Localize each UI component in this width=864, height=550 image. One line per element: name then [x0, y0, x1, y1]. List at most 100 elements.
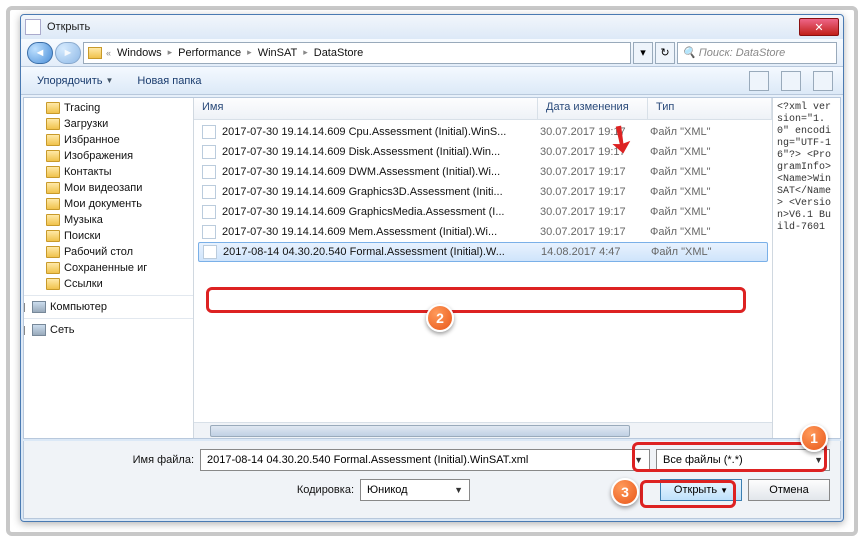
folder-icon [88, 47, 102, 59]
encoding-select[interactable]: Юникод▼ [360, 479, 470, 501]
folder-icon [46, 166, 60, 178]
file-name: 2017-07-30 19.14.14.609 GraphicsMedia.As… [222, 206, 540, 218]
scrollbar-thumb[interactable] [210, 425, 630, 437]
file-row[interactable]: 2017-08-14 04.30.20.540 Formal.Assessmen… [198, 242, 768, 262]
window-title: Открыть [47, 21, 90, 33]
tree-label: Музыка [64, 214, 103, 226]
search-icon: 🔍 [682, 46, 696, 59]
chevron-icon: ▸ [168, 47, 173, 58]
chevron-down-icon: ▼ [454, 485, 463, 495]
tree-node[interactable]: Загрузки [24, 116, 193, 132]
chevron-down-icon: ▼ [814, 455, 823, 465]
file-type: Файл "XML" [650, 186, 711, 198]
column-type[interactable]: Тип [648, 98, 772, 119]
folder-icon [46, 198, 60, 210]
address-bar[interactable]: « Windows▸ Performance▸ WinSAT▸ DataStor… [83, 42, 631, 64]
expand-icon[interactable]: + [24, 326, 25, 335]
chevron-down-icon: ▼ [634, 455, 643, 465]
file-row[interactable]: 2017-07-30 19.14.14.609 Disk.Assessment … [194, 142, 772, 162]
file-type: Файл "XML" [650, 146, 711, 158]
folder-icon [46, 214, 60, 226]
folder-icon [46, 102, 60, 114]
back-button[interactable]: ◄ [27, 42, 53, 64]
file-row[interactable]: 2017-07-30 19.14.14.609 GraphicsMedia.As… [194, 202, 772, 222]
file-name: 2017-07-30 19.14.14.609 Graphics3D.Asses… [222, 186, 540, 198]
breadcrumb-seg[interactable]: Windows [115, 47, 164, 59]
forward-button[interactable]: ► [55, 42, 81, 64]
file-name: 2017-07-30 19.14.14.609 Mem.Assessment (… [222, 226, 540, 238]
tree-node[interactable]: Рабочий стол [24, 244, 193, 260]
tree-label: Изображения [64, 150, 133, 162]
horizontal-scrollbar[interactable] [194, 422, 772, 438]
newfolder-label: Новая папка [137, 75, 201, 87]
column-date[interactable]: Дата изменения [538, 98, 648, 119]
tree-node[interactable]: Мои документь [24, 196, 193, 212]
filename-input[interactable]: 2017-08-14 04.30.20.540 Formal.Assessmen… [200, 449, 650, 471]
history-dropdown[interactable]: ▾ [633, 42, 653, 64]
breadcrumb-seg[interactable]: WinSAT [256, 47, 300, 59]
tree-label: Рабочий стол [64, 246, 133, 258]
file-date: 30.07.2017 19:17 [540, 126, 650, 138]
chevron-icon: « [106, 48, 111, 58]
tree-node[interactable]: Tracing [24, 100, 193, 116]
file-row[interactable]: 2017-07-30 19.14.14.609 DWM.Assessment (… [194, 162, 772, 182]
file-icon [202, 225, 216, 239]
tree-node[interactable]: Избранное [24, 132, 193, 148]
tree-node[interactable]: Музыка [24, 212, 193, 228]
column-name[interactable]: Имя [194, 98, 538, 119]
file-name: 2017-07-30 19.14.14.609 Cpu.Assessment (… [222, 126, 540, 138]
file-icon [202, 145, 216, 159]
organize-button[interactable]: Упорядочить▼ [31, 73, 119, 89]
file-type: Файл "XML" [651, 246, 712, 258]
chevron-icon: ▸ [303, 47, 308, 58]
breadcrumb-seg[interactable]: Performance [176, 47, 243, 59]
help-button[interactable] [813, 71, 833, 91]
folder-tree[interactable]: Tracing Загрузки Избранное Изображения Конта… [24, 98, 194, 438]
column-headers: Имя Дата изменения Тип [194, 98, 772, 120]
new-folder-button[interactable]: Новая папка [131, 73, 207, 89]
tree-node[interactable]: Поиски [24, 228, 193, 244]
file-date: 30.07.2017 19:17 [540, 226, 650, 238]
filetype-select[interactable]: Все файлы (*.*)▼ [656, 449, 830, 471]
folder-icon [46, 262, 60, 274]
tree-node[interactable]: +Компьютер [24, 295, 193, 315]
tree-node[interactable]: Мои видеозапи [24, 180, 193, 196]
file-type: Файл "XML" [650, 166, 711, 178]
file-date: 30.07.2017 19:17 [540, 206, 650, 218]
preview-pane-button[interactable] [781, 71, 801, 91]
file-date: 30.07.2017 19:17 [540, 186, 650, 198]
tree-node[interactable]: Ссылки [24, 276, 193, 292]
file-date: 30.07.2017 19:17 [540, 166, 650, 178]
search-input[interactable]: 🔍 Поиск: DataStore [677, 42, 837, 64]
tree-label: Избранное [64, 134, 120, 146]
tree-node[interactable]: Сохраненные иг [24, 260, 193, 276]
file-row[interactable]: 2017-07-30 19.14.14.609 Cpu.Assessment (… [194, 122, 772, 142]
file-row[interactable]: 2017-07-30 19.14.14.609 Mem.Assessment (… [194, 222, 772, 242]
refresh-button[interactable]: ↻ [655, 42, 675, 64]
chevron-down-icon: ▼ [105, 76, 113, 85]
file-type: Файл "XML" [650, 226, 711, 238]
cancel-label: Отмена [769, 484, 808, 496]
file-icon [202, 165, 216, 179]
expand-icon[interactable]: + [24, 303, 25, 312]
app-icon [25, 19, 41, 35]
breadcrumb-seg[interactable]: DataStore [312, 47, 366, 59]
split-chevron-icon: ▼ [720, 486, 728, 495]
tree-node[interactable]: Изображения [24, 148, 193, 164]
file-list-area: Имя Дата изменения Тип 2017-07-30 19.14.… [194, 98, 772, 438]
tree-label: Мои видеозапи [64, 182, 142, 194]
open-button[interactable]: Открыть ▼ [660, 479, 742, 501]
file-row[interactable]: 2017-07-30 19.14.14.609 Graphics3D.Asses… [194, 182, 772, 202]
cancel-button[interactable]: Отмена [748, 479, 830, 501]
tree-label: Tracing [64, 102, 100, 114]
tree-label: Мои документь [64, 198, 142, 210]
view-options-button[interactable] [749, 71, 769, 91]
tree-node[interactable]: +Сеть [24, 318, 193, 338]
close-button[interactable]: ✕ [799, 18, 839, 36]
folder-icon [46, 134, 60, 146]
file-name: 2017-07-30 19.14.14.609 DWM.Assessment (… [222, 166, 540, 178]
folder-icon [46, 182, 60, 194]
folder-icon [46, 118, 60, 130]
filename-label: Имя файла: [34, 454, 194, 466]
tree-node[interactable]: Контакты [24, 164, 193, 180]
